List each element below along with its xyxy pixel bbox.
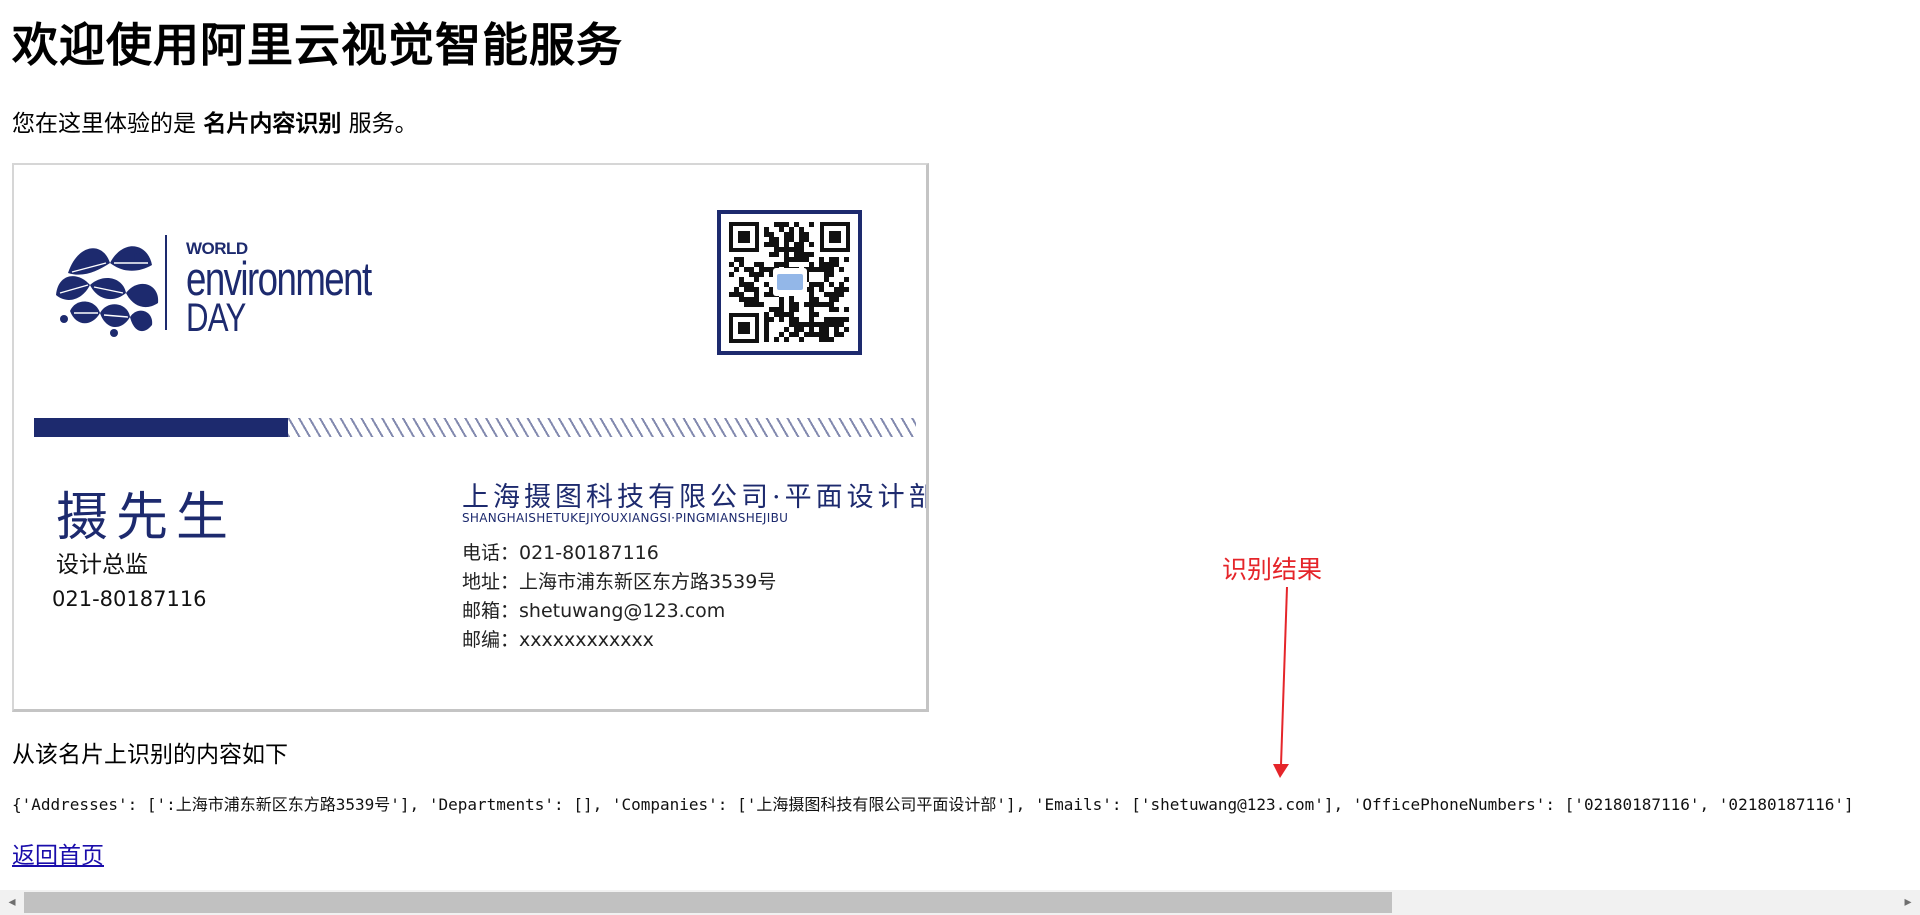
card-stripe-solid — [34, 418, 288, 437]
card-contact-details: 电话：021-80187116 地址：上海市浦东新区东方路3539号 邮箱：sh… — [462, 539, 776, 655]
qr-code-icon — [717, 210, 862, 355]
annotation-label: 识别结果 — [1222, 555, 1323, 584]
page-title: 欢迎使用阿里云视觉智能服务 — [12, 18, 623, 72]
card-person-phone: 021-80187116 — [52, 587, 207, 611]
card-person-name: 摄先生 — [56, 488, 237, 548]
intro-text: 您在这里体验的是 名片内容识别 服务。 — [12, 108, 418, 140]
card-phone-line: 电话：021-80187116 — [462, 542, 659, 564]
world-environment-day-logo: WORLD environment DAY — [186, 240, 423, 340]
intro-suffix: 服务。 — [341, 111, 418, 137]
leaf-emblem-icon — [56, 246, 159, 337]
card-postcode-line: 邮编：xxxxxxxxxxxx — [462, 629, 654, 651]
logo-divider — [165, 235, 167, 330]
business-card-image: WORLD environment DAY 摄先生 设计总监 021-80187… — [12, 163, 929, 712]
card-email-line: 邮箱：shetuwang@123.com — [462, 600, 726, 622]
scroll-right-icon[interactable]: ▸ — [1898, 890, 1918, 915]
recognition-result: {'Addresses': [':上海市浦东新区东方路3539号'], 'Dep… — [12, 795, 1854, 814]
scrollbar-thumb[interactable] — [24, 892, 1392, 913]
card-person-title: 设计总监 — [56, 552, 148, 578]
back-home-link[interactable]: 返回首页 — [12, 841, 104, 871]
result-caption: 从该名片上识别的内容如下 — [12, 742, 288, 768]
horizontal-scrollbar[interactable]: ◂ ▸ — [0, 890, 1920, 915]
service-name: 名片内容识别 — [203, 111, 342, 137]
card-company-name: 上海摄图科技有限公司·平面设计部 — [462, 482, 929, 513]
intro-prefix: 您在这里体验的是 — [12, 111, 204, 137]
logo-environment-text: environment — [186, 251, 372, 305]
card-stripe-hatched — [288, 418, 916, 437]
annotation-arrow-icon — [1273, 586, 1289, 778]
card-address-line: 地址：上海市浦东新区东方路3539号 — [462, 571, 777, 593]
scroll-left-icon[interactable]: ◂ — [2, 890, 22, 915]
logo-day-text: DAY — [186, 295, 246, 340]
card-company-pinyin: SHANGHAISHETUKEJIYOUXIANGSI·PINGMIANSHEJ… — [462, 511, 789, 525]
